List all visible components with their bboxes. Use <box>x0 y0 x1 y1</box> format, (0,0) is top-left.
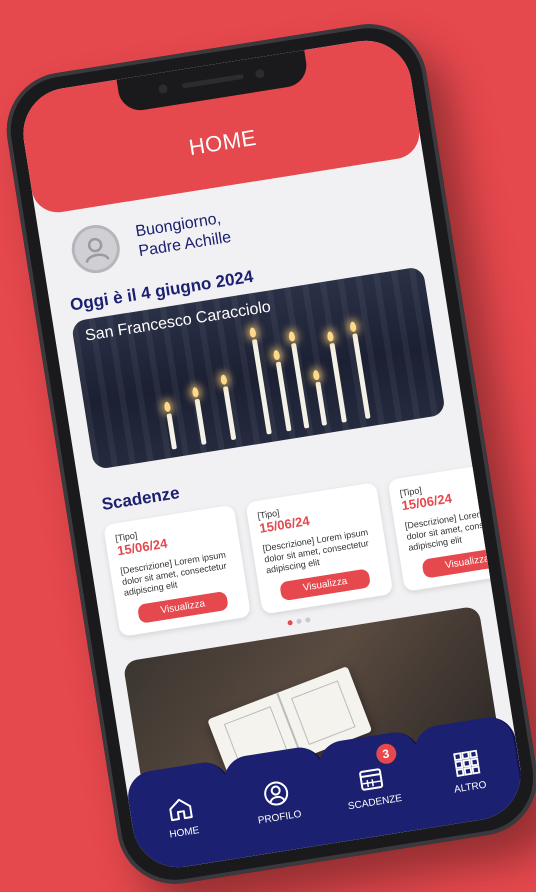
deadline-card[interactable]: [Tipo] 15/06/24 [Descrizione] Lorem ipsu… <box>245 482 394 615</box>
user-avatar-icon <box>85 237 110 264</box>
tab-more[interactable]: ALTRO <box>410 713 528 829</box>
calendar-icon <box>359 767 384 791</box>
greeting-text: Buongiorno, Padre Achille <box>134 208 232 262</box>
tab-profile-label: PROFILO <box>257 808 303 827</box>
deadline-card[interactable]: [Tipo] 15/06/24 [Descrizione] Lorem ipsu… <box>387 459 528 592</box>
phone-frame: HOME Buongiorno, Padre Achille Oggi è il… <box>0 15 536 892</box>
view-deadline-button[interactable]: Visualizza <box>279 568 372 602</box>
tab-home-label: HOME <box>168 824 201 841</box>
tab-more-label: ALTRO <box>453 779 488 796</box>
grid-icon <box>452 749 481 777</box>
page-dot-active[interactable] <box>286 619 293 626</box>
app-screen: HOME Buongiorno, Padre Achille Oggi è il… <box>16 34 528 874</box>
page-dot[interactable] <box>304 617 311 623</box>
view-deadline-button[interactable]: Visualizza <box>421 545 514 579</box>
deadline-card[interactable]: [Tipo] 15/06/24 [Descrizione] Lorem ipsu… <box>103 504 252 637</box>
user-icon <box>263 781 288 806</box>
home-icon <box>169 798 193 821</box>
page-title: HOME <box>187 124 259 161</box>
page-dot[interactable] <box>295 618 302 625</box>
avatar[interactable] <box>68 221 124 277</box>
tab-deadlines-label: SCADENZE <box>347 792 403 812</box>
deadline-description: [Descrizione] Lorem ipsum dolor sit amet… <box>404 504 512 553</box>
notification-badge: 3 <box>374 742 398 766</box>
view-deadline-button[interactable]: Visualizza <box>136 590 229 624</box>
